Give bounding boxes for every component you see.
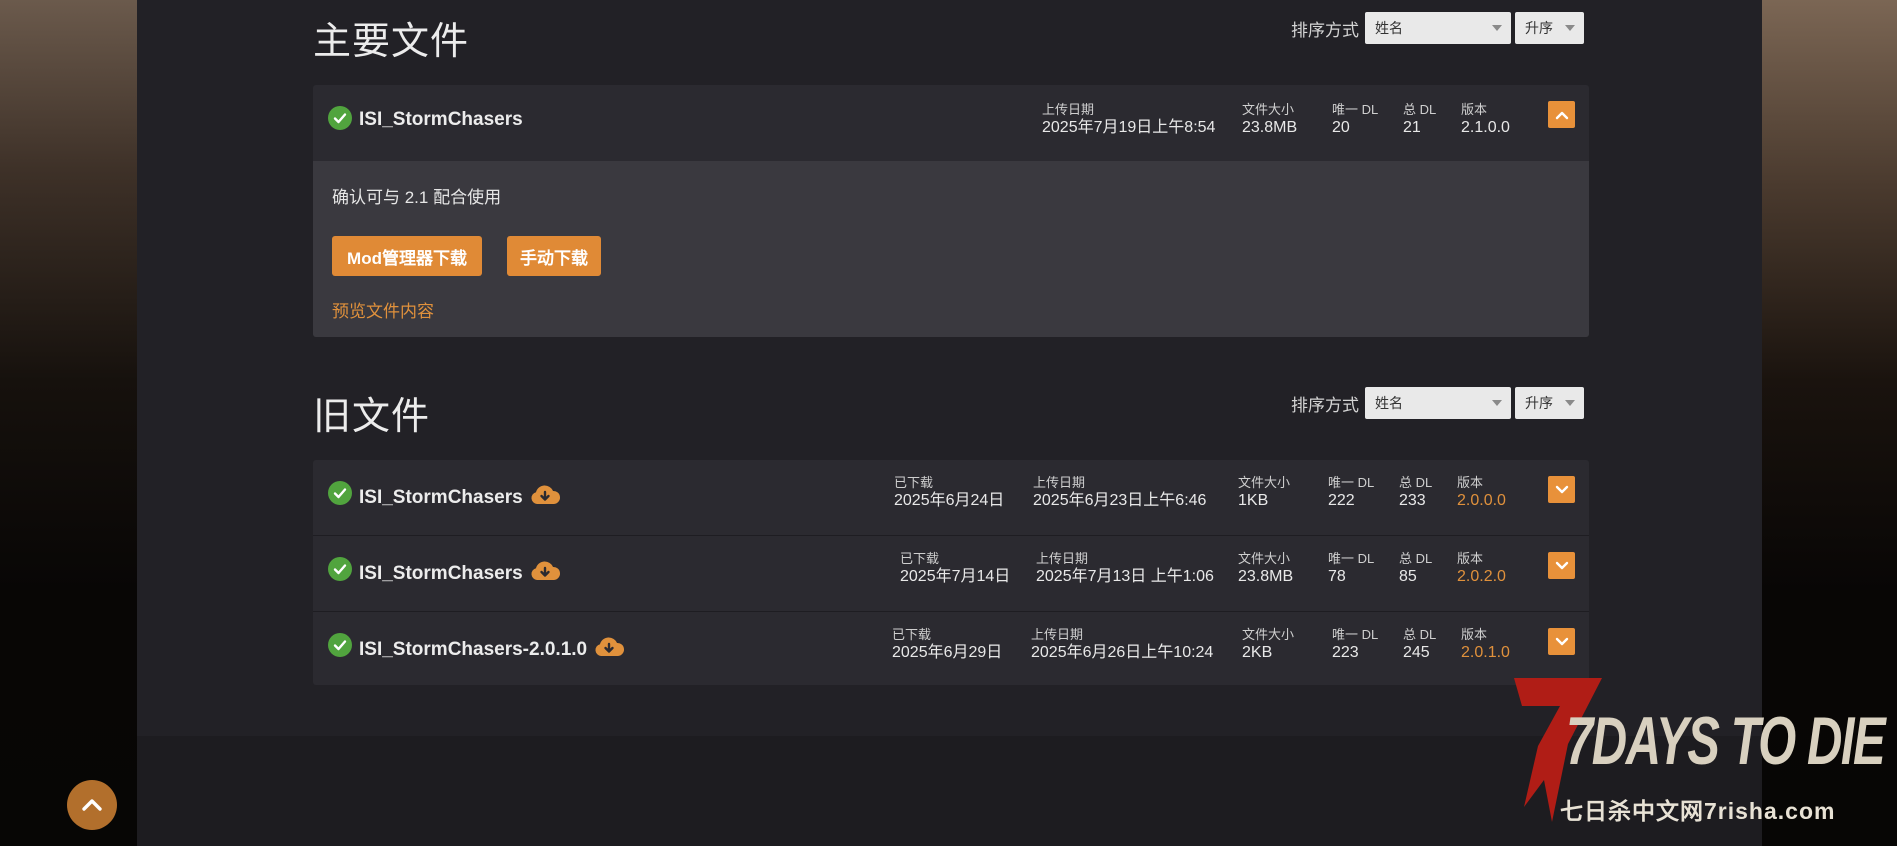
file-size: 文件大小 2KB (1242, 627, 1295, 661)
mod-manager-download-button[interactable]: Mod管理器下载 (332, 236, 482, 276)
cloud-download-icon (529, 560, 561, 588)
expand-toggle-button[interactable] (1548, 628, 1575, 655)
cloud-download-icon (593, 636, 625, 664)
sort-order-value: 升序 (1525, 20, 1553, 36)
chevron-down-icon (1492, 25, 1502, 31)
total-downloads: 总 DL 85 (1399, 551, 1433, 585)
chevron-down-icon (1492, 400, 1502, 406)
total-downloads: 总 DL 21 (1403, 102, 1437, 136)
upload-date: 上传日期 2025年7月13日 上午1:06 (1036, 551, 1214, 585)
file-name: ISI_StormChasers (359, 563, 523, 585)
version: 版本 2.0.0.0 (1457, 475, 1506, 509)
upload-date: 上传日期 2025年6月23日上午6:46 (1033, 475, 1207, 509)
expand-toggle-button[interactable] (1548, 476, 1575, 503)
file-size: 文件大小 23.8MB (1242, 102, 1298, 136)
main-sort-order-select[interactable]: 升序 (1515, 12, 1584, 44)
downloaded-date: 已下载 2025年6月29日 (892, 627, 1003, 661)
background-left (0, 0, 137, 846)
downloaded-date: 已下载 2025年7月14日 (900, 551, 1011, 585)
sort-order-value: 升序 (1525, 395, 1553, 411)
check-circle-icon (328, 557, 352, 581)
old-files-title: 旧文件 (313, 396, 431, 438)
version: 版本 2.0.1.0 (1461, 627, 1510, 661)
unique-downloads: 唯一 DL 223 (1332, 627, 1379, 661)
preview-file-contents-link[interactable]: 预览文件内容 (332, 297, 434, 322)
logo-main-text: 7DAYS TO DIE (1566, 703, 1886, 779)
collapse-toggle-button[interactable] (1548, 101, 1575, 128)
site-watermark-logo: 7DAYS TO DIE 七日杀中文网7risha.com (1508, 672, 1888, 832)
total-downloads: 总 DL 245 (1403, 627, 1437, 661)
file-name: ISI_StormChasers (359, 109, 523, 130)
old-sort-field-select[interactable]: 姓名 (1365, 387, 1511, 419)
old-file-row[interactable]: ISI_StormChasers-2.0.1.0 已下载 2025年6月29日 … (313, 612, 1589, 687)
unique-downloads: 唯一 DL 222 (1328, 475, 1375, 509)
sort-label: 排序方式 (1291, 395, 1359, 415)
file-name: ISI_StormChasers-2.0.1.0 (359, 639, 588, 661)
upload-date: 上传日期 2025年6月26日上午10:24 (1031, 627, 1214, 661)
main-file-card: ISI_StormChasers 上传日期 2025年7月19日上午8:54 文… (313, 85, 1589, 337)
cloud-download-icon (529, 484, 561, 512)
check-circle-icon (328, 106, 352, 130)
chevron-down-icon (1565, 25, 1575, 31)
back-to-top-button[interactable] (67, 780, 117, 830)
old-file-row[interactable]: ISI_StormChasers 已下载 2025年7月14日 上传日期 202… (313, 536, 1589, 611)
main-sort-controls: 排序方式 姓名 升序 (1291, 12, 1584, 44)
version: 版本 2.0.2.0 (1457, 551, 1506, 585)
sort-field-value: 姓名 (1375, 395, 1403, 411)
total-downloads: 总 DL 233 (1399, 475, 1433, 509)
file-name: ISI_StormChasers (359, 487, 523, 509)
file-name-group: ISI_StormChasers-2.0.1.0 (359, 636, 625, 664)
sort-label: 排序方式 (1291, 20, 1359, 40)
chevron-up-icon (1555, 111, 1568, 119)
version: 版本 2.1.0.0 (1461, 102, 1510, 136)
unique-downloads: 唯一 DL 78 (1328, 551, 1375, 585)
chevron-down-icon (1555, 485, 1568, 493)
file-name-group: ISI_StormChasers (359, 484, 561, 512)
file-name-group: ISI_StormChasers (359, 560, 561, 588)
downloaded-date: 已下载 2025年6月24日 (894, 475, 1005, 509)
old-sort-controls: 排序方式 姓名 升序 (1291, 387, 1584, 419)
old-file-row[interactable]: ISI_StormChasers 已下载 2025年6月24日 上传日期 202… (313, 460, 1589, 535)
unique-downloads: 唯一 DL 20 (1332, 102, 1379, 136)
check-circle-icon (328, 633, 352, 657)
file-description: 确认可与 2.1 配合使用 (332, 188, 502, 207)
check-circle-icon (328, 481, 352, 505)
chevron-down-icon (1555, 561, 1568, 569)
manual-download-button[interactable]: 手动下载 (507, 236, 601, 276)
chevron-down-icon (1555, 637, 1568, 645)
main-sort-field-select[interactable]: 姓名 (1365, 12, 1511, 44)
old-files-list: ISI_StormChasers 已下载 2025年6月24日 上传日期 202… (313, 460, 1589, 685)
expand-toggle-button[interactable] (1548, 552, 1575, 579)
file-size: 文件大小 23.8MB (1238, 551, 1294, 585)
main-files-title: 主要文件 (313, 21, 470, 63)
main-file-row[interactable]: ISI_StormChasers 上传日期 2025年7月19日上午8:54 文… (313, 85, 1589, 160)
chevron-up-icon (82, 799, 102, 811)
upload-date: 上传日期 2025年7月19日上午8:54 (1042, 102, 1216, 136)
main-file-details: 确认可与 2.1 配合使用 Mod管理器下载 手动下载 预览文件内容 (313, 161, 1589, 337)
logo-sub-text: 七日杀中文网7risha.com (1560, 798, 1836, 824)
chevron-down-icon (1565, 400, 1575, 406)
file-size: 文件大小 1KB (1238, 475, 1291, 509)
sort-field-value: 姓名 (1375, 20, 1403, 36)
old-sort-order-select[interactable]: 升序 (1515, 387, 1584, 419)
